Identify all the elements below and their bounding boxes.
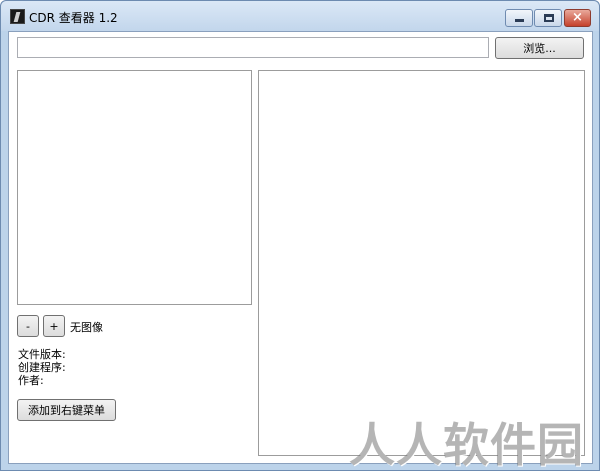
window-title: CDR 查看器 1.2 — [29, 11, 118, 25]
creator-app-label: 创建程序: — [18, 361, 66, 374]
app-window: CDR 查看器 1.2 × 浏览... - + 无图像 文件版本: 创建程序: … — [0, 0, 600, 472]
add-context-menu-button[interactable]: 添加到右键菜单 — [17, 399, 116, 421]
title-bar: CDR 查看器 1.2 × — [1, 1, 599, 31]
image-status-label: 无图像 — [70, 321, 103, 334]
minimize-icon — [515, 19, 524, 22]
maximize-icon — [544, 14, 554, 22]
file-path-input[interactable] — [17, 37, 489, 58]
zoom-out-button[interactable]: - — [17, 315, 39, 337]
file-version-label: 文件版本: — [18, 348, 66, 361]
close-icon: × — [572, 10, 583, 25]
image-viewer-panel[interactable] — [258, 70, 585, 456]
zoom-in-button[interactable]: + — [43, 315, 65, 337]
browse-button[interactable]: 浏览... — [495, 37, 584, 59]
close-button[interactable]: × — [564, 9, 591, 27]
author-label: 作者: — [18, 374, 44, 387]
maximize-button[interactable] — [534, 9, 562, 27]
client-area: 浏览... - + 无图像 文件版本: 创建程序: 作者: 添加到右键菜单 — [8, 31, 593, 464]
watermark-text: 人人软件园 — [349, 418, 584, 472]
minimize-button[interactable] — [505, 9, 533, 27]
thumbnail-preview — [17, 70, 252, 305]
app-icon — [10, 9, 25, 24]
